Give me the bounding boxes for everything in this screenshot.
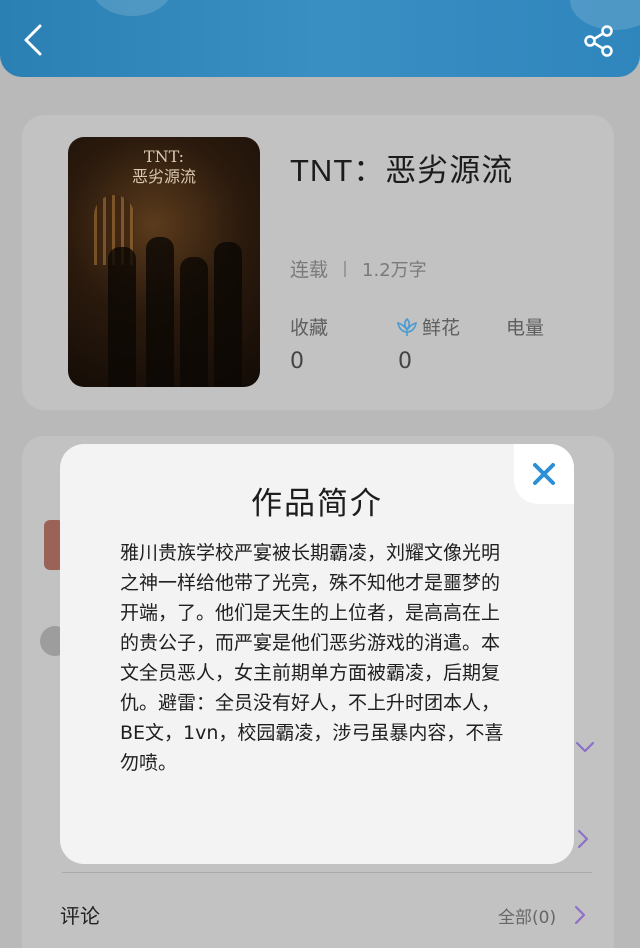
back-button[interactable] bbox=[18, 22, 48, 58]
share-icon bbox=[584, 25, 613, 57]
meta-divider bbox=[344, 260, 347, 277]
top-bar bbox=[0, 0, 640, 77]
dialog-title: 作品简介 bbox=[251, 486, 383, 522]
synopsis-dialog: 作品简介 雅川贵族学校严宴被长期霸凌，刘耀文像光明之神一样给他带了光亮，殊不知他… bbox=[60, 444, 574, 864]
flowers-count: 0 bbox=[398, 349, 412, 374]
cover-art-figure bbox=[214, 242, 242, 387]
word-count: 1.2万字 bbox=[362, 259, 427, 281]
decor-bubble bbox=[92, 0, 172, 16]
comments-heading: 评论 bbox=[60, 904, 100, 928]
share-button[interactable] bbox=[582, 24, 616, 58]
book-info-card: TNT: 恶劣源流 TNT：恶劣源流 连载 1.2万字 收藏 0 鲜花 0 电量 bbox=[22, 115, 614, 410]
flowers-stat[interactable]: 鲜花 bbox=[396, 313, 460, 340]
cover-art-figure bbox=[108, 247, 136, 387]
cover-art-figure bbox=[146, 237, 174, 387]
chevron-right-icon[interactable] bbox=[572, 828, 594, 850]
book-cover[interactable]: TNT: 恶劣源流 bbox=[68, 137, 260, 387]
power-label: 电量 bbox=[506, 317, 545, 339]
close-icon bbox=[533, 463, 555, 485]
chevron-down-icon[interactable] bbox=[574, 736, 596, 758]
book-title: TNT：恶劣源流 bbox=[290, 153, 514, 188]
cover-art-figure bbox=[180, 257, 208, 387]
book-meta: 连载 1.2万字 bbox=[290, 255, 427, 282]
cover-title-text: TNT: 恶劣源流 bbox=[131, 147, 196, 186]
synopsis-text: 雅川贵族学校严宴被长期霸凌，刘耀文像光明之神一样给他带了光亮，殊不知他才是噩梦的… bbox=[120, 542, 504, 774]
favorites-label: 收藏 bbox=[290, 317, 329, 339]
favorites-count: 0 bbox=[290, 349, 304, 374]
comments-all-link[interactable]: 全部(0) bbox=[498, 903, 556, 928]
section-divider bbox=[62, 872, 592, 873]
close-button[interactable] bbox=[514, 444, 574, 504]
chevron-left-icon bbox=[24, 24, 42, 56]
flowers-label: 鲜花 bbox=[422, 317, 461, 339]
status-label: 连载 bbox=[290, 259, 329, 281]
flower-icon bbox=[397, 317, 417, 336]
chevron-right-icon[interactable] bbox=[572, 904, 588, 926]
